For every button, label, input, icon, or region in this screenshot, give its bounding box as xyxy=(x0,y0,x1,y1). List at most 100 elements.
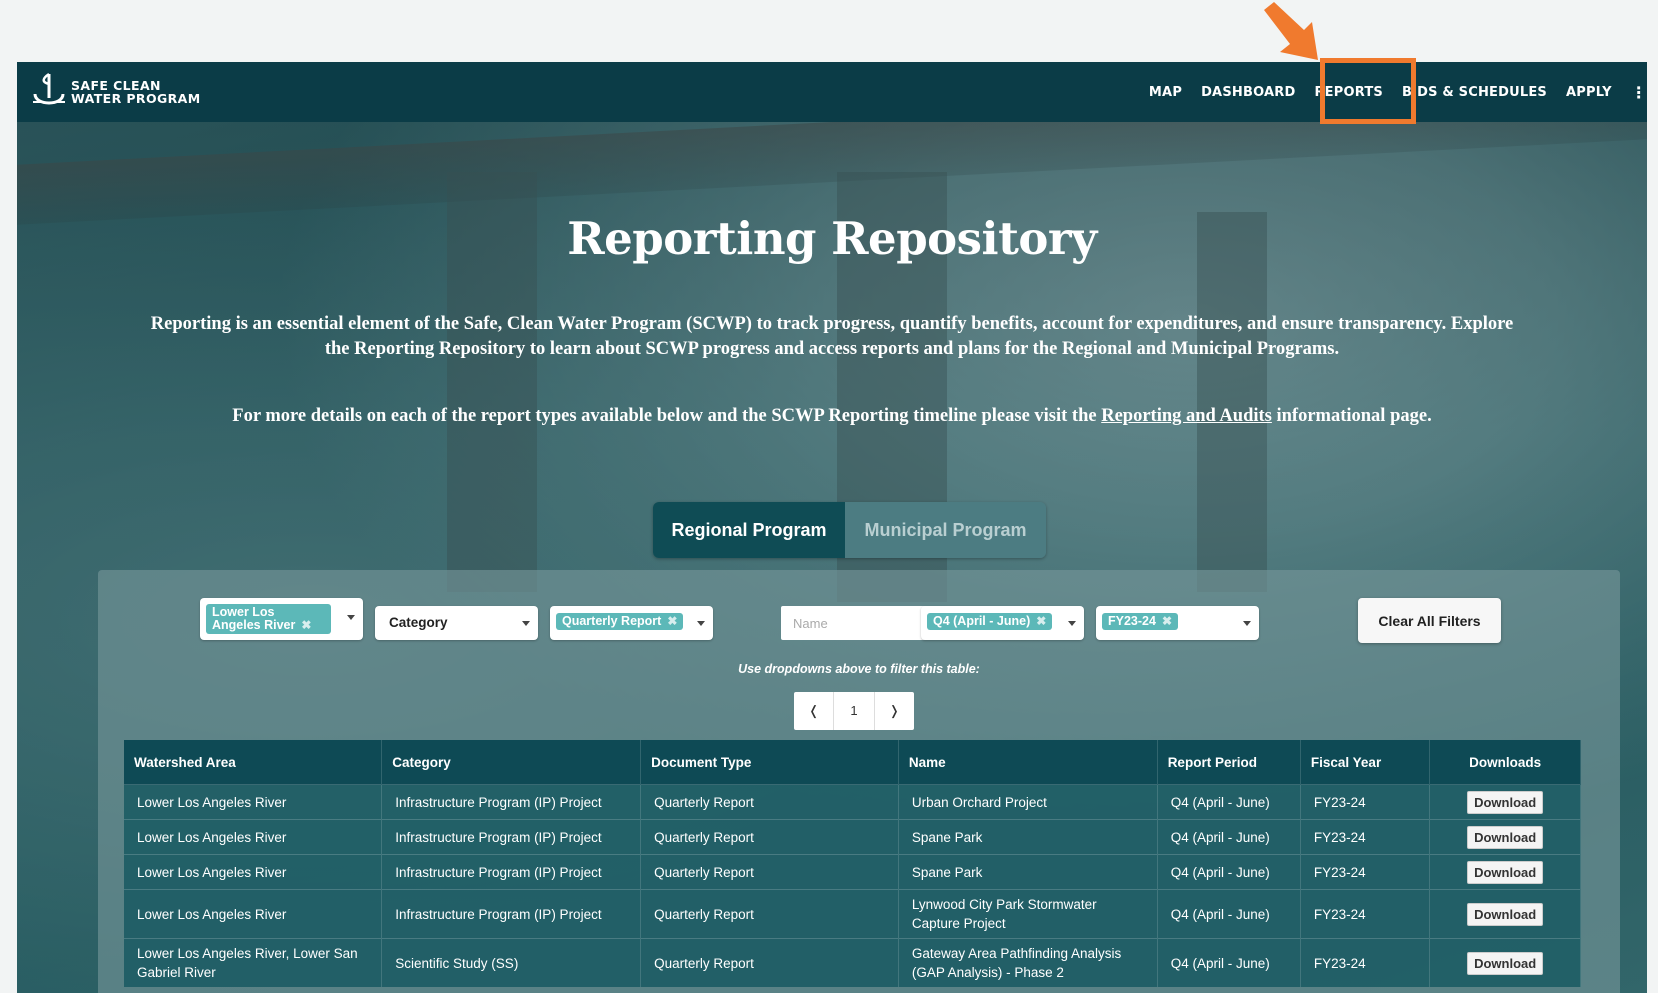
download-button[interactable]: Download xyxy=(1467,825,1544,849)
cell-download: Download xyxy=(1429,889,1581,939)
table-row: Lower Los Angeles River Infrastructure P… xyxy=(124,819,1581,855)
cell-fiscal-year: FY23-24 xyxy=(1300,889,1431,939)
chevron-down-icon xyxy=(522,621,530,626)
cell-category: Infrastructure Program (IP) Project xyxy=(381,889,642,939)
cell-name: Spane Park xyxy=(898,854,1158,890)
download-button[interactable]: Download xyxy=(1467,790,1544,814)
nav-map[interactable]: MAP xyxy=(1149,85,1182,100)
orange-arrow-icon xyxy=(1264,2,1318,60)
fiscal-year-filter[interactable]: FY23-24 ✖ xyxy=(1096,606,1259,640)
cell-fiscal-year: FY23-24 xyxy=(1300,854,1431,890)
reports-highlight-box xyxy=(1320,58,1416,124)
cell-document-type: Quarterly Report xyxy=(640,889,899,939)
cell-name: Spane Park xyxy=(898,819,1158,855)
chevron-down-icon xyxy=(347,615,355,620)
download-button[interactable]: Download xyxy=(1467,951,1544,975)
cell-document-type: Quarterly Report xyxy=(640,854,899,890)
next-page-icon[interactable]: ❭ xyxy=(875,703,914,719)
col-header-category[interactable]: Category xyxy=(381,740,642,785)
fy-chip: FY23-24 ✖ xyxy=(1102,613,1179,630)
cell-document-type: Quarterly Report xyxy=(640,784,899,820)
more-details-text: For more details on each of the report t… xyxy=(232,406,1102,426)
nav-apply[interactable]: APPLY xyxy=(1566,85,1612,100)
col-header-watershed[interactable]: Watershed Area xyxy=(124,740,383,785)
cell-fiscal-year: FY23-24 xyxy=(1300,819,1431,855)
cell-category: Infrastructure Program (IP) Project xyxy=(381,784,642,820)
remove-watershed-icon[interactable]: ✖ xyxy=(301,618,311,632)
table-row: Lower Los Angeles River Infrastructure P… xyxy=(124,784,1581,820)
download-button[interactable]: Download xyxy=(1467,860,1544,884)
nav-more-icon[interactable]: ⋮ xyxy=(1631,83,1647,102)
reports-table: Watershed Area Category Document Type Na… xyxy=(124,740,1581,987)
cell-watershed: Lower Los Angeles River xyxy=(124,889,383,939)
category-filter[interactable]: Category xyxy=(375,606,538,640)
more-details-suffix: informational page. xyxy=(1271,406,1432,426)
cell-download: Download xyxy=(1429,854,1581,890)
pagination: ❬ 1 ❭ xyxy=(794,692,914,730)
table-header-row: Watershed Area Category Document Type Na… xyxy=(124,740,1581,785)
page-title: Reporting Repository xyxy=(567,212,1097,265)
tab-municipal-program[interactable]: Municipal Program xyxy=(845,502,1046,558)
chevron-down-icon xyxy=(1243,621,1251,626)
table-row: Lower Los Angeles River, Lower San Gabri… xyxy=(124,938,1581,987)
document-type-filter[interactable]: Quarterly Report ✖ xyxy=(550,606,713,640)
cell-report-period: Q4 (April - June) xyxy=(1157,784,1301,820)
cell-name: Gateway Area Pathfinding Analysis (GAP A… xyxy=(898,938,1158,987)
report-period-filter[interactable]: Q4 (April - June) ✖ xyxy=(921,606,1084,640)
nav-dashboard[interactable]: DASHBOARD xyxy=(1201,85,1295,100)
remove-period-icon[interactable]: ✖ xyxy=(1036,614,1046,628)
chevron-down-icon xyxy=(697,621,705,626)
cell-category: Infrastructure Program (IP) Project xyxy=(381,854,642,890)
col-header-report-period[interactable]: Report Period xyxy=(1157,740,1301,785)
reporting-audits-link[interactable]: Reporting and Audits xyxy=(1101,406,1272,426)
col-header-downloads: Downloads xyxy=(1429,740,1581,785)
cell-report-period: Q4 (April - June) xyxy=(1157,938,1301,987)
cell-download: Download xyxy=(1429,819,1581,855)
tab-regional-program[interactable]: Regional Program xyxy=(653,502,845,558)
cell-fiscal-year: FY23-24 xyxy=(1300,784,1431,820)
col-header-document-type[interactable]: Document Type xyxy=(640,740,899,785)
table-row: Lower Los Angeles River Infrastructure P… xyxy=(124,854,1581,890)
col-header-fiscal-year[interactable]: Fiscal Year xyxy=(1300,740,1431,785)
cell-report-period: Q4 (April - June) xyxy=(1157,854,1301,890)
remove-doctype-icon[interactable]: ✖ xyxy=(667,614,677,628)
chevron-down-icon xyxy=(1068,621,1076,626)
cell-watershed: Lower Los Angeles River xyxy=(124,819,383,855)
col-header-name[interactable]: Name xyxy=(898,740,1158,785)
cell-name: Urban Orchard Project xyxy=(898,784,1158,820)
water-drop-logo-icon xyxy=(33,72,65,105)
site-logo[interactable]: SAFE CLEAN WATER PROGRAM xyxy=(31,72,201,112)
program-tabs: Regional Program Municipal Program xyxy=(653,502,1046,558)
page-number[interactable]: 1 xyxy=(833,692,875,730)
cell-report-period: Q4 (April - June) xyxy=(1157,819,1301,855)
cell-name: Lynwood City Park Stormwater Capture Pro… xyxy=(898,889,1158,939)
remove-fy-icon[interactable]: ✖ xyxy=(1162,614,1172,628)
period-chip-label: Q4 (April - June) xyxy=(933,614,1031,628)
doctype-chip: Quarterly Report ✖ xyxy=(556,613,684,630)
watershed-chip: Lower Los Angeles River ✖ xyxy=(206,604,331,634)
cell-watershed: Lower Los Angeles River, Lower San Gabri… xyxy=(124,938,383,987)
cell-category: Infrastructure Program (IP) Project xyxy=(381,819,642,855)
cell-fiscal-year: FY23-24 xyxy=(1300,938,1431,987)
intro-paragraph: Reporting is an essential element of the… xyxy=(150,314,1514,359)
filter-table-panel: Lower Los Angeles River ✖ Category Quarte… xyxy=(98,570,1620,993)
cell-download: Download xyxy=(1429,938,1581,987)
category-label: Category xyxy=(389,615,448,630)
logo-line-2: WATER PROGRAM xyxy=(71,91,201,106)
browser-viewport: SAFE CLEAN WATER PROGRAM MAP DASHBOARD R… xyxy=(17,62,1647,993)
more-details-paragraph: For more details on each of the report t… xyxy=(137,406,1527,427)
download-button[interactable]: Download xyxy=(1467,902,1544,926)
cell-category: Scientific Study (SS) xyxy=(381,938,642,987)
clear-all-filters-button[interactable]: Clear All Filters xyxy=(1358,598,1501,643)
doctype-chip-label: Quarterly Report xyxy=(562,614,662,628)
period-chip: Q4 (April - June) ✖ xyxy=(927,613,1053,630)
table-row: Lower Los Angeles River Infrastructure P… xyxy=(124,889,1581,939)
cell-document-type: Quarterly Report xyxy=(640,938,899,987)
nav-bids-schedules[interactable]: BIDS & SCHEDULES xyxy=(1402,85,1547,100)
fy-chip-label: FY23-24 xyxy=(1108,614,1156,628)
cell-document-type: Quarterly Report xyxy=(640,819,899,855)
cell-report-period: Q4 (April - June) xyxy=(1157,889,1301,939)
prev-page-icon[interactable]: ❬ xyxy=(794,703,833,719)
filter-hint: Use dropdowns above to filter this table… xyxy=(738,662,980,676)
watershed-filter[interactable]: Lower Los Angeles River ✖ xyxy=(200,598,363,640)
